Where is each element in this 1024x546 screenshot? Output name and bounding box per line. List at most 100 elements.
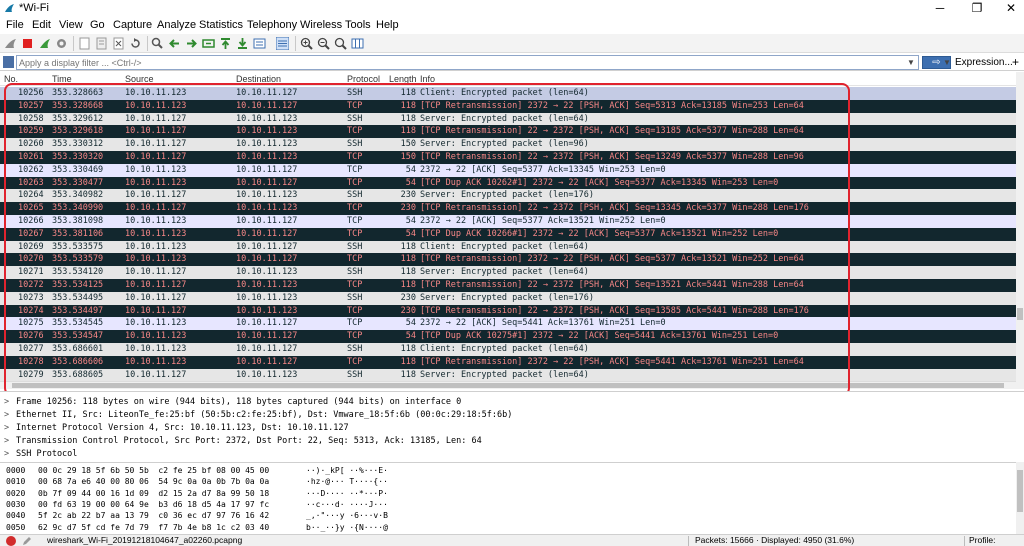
save-file-icon[interactable] bbox=[95, 37, 108, 50]
expand-chevron-icon[interactable]: > bbox=[4, 435, 16, 448]
column-header-length[interactable]: Length bbox=[389, 74, 417, 84]
menu-wireless[interactable]: Wireless bbox=[300, 19, 342, 31]
add-filter-button[interactable]: + bbox=[1012, 55, 1019, 69]
packet-row[interactable]: 10275 353.534545 10.10.11.123 10.10.11.127 T… bbox=[0, 317, 1016, 331]
back-icon[interactable] bbox=[168, 37, 181, 50]
colorize-icon[interactable] bbox=[276, 37, 289, 50]
hex-row[interactable]: 0030 00 fd 63 19 00 00 64 9e b3 d6 18 d5 … bbox=[0, 499, 1010, 510]
column-header-time[interactable]: Time bbox=[52, 74, 72, 84]
packet-bytes-pane[interactable]: 0000 00 0c 29 18 5f 6b 50 5b c2 fe 25 bf … bbox=[0, 462, 1024, 534]
bookmark-icon[interactable] bbox=[3, 56, 14, 68]
menu-edit[interactable]: Edit bbox=[32, 19, 51, 31]
resize-columns-icon[interactable] bbox=[351, 37, 364, 50]
stop-icon[interactable] bbox=[21, 37, 34, 50]
hex-row[interactable]: 0000 00 0c 29 18 5f 6b 50 5b c2 fe 25 bf … bbox=[0, 465, 1010, 476]
first-packet-icon[interactable] bbox=[219, 37, 232, 50]
packet-list[interactable]: No. Time Source Destination Protocol Len… bbox=[0, 72, 1016, 389]
menu-statistics[interactable]: Statistics bbox=[199, 19, 243, 31]
detail-row-ethernet[interactable]: > Ethernet II, Src: LiteonTe_fe:25:bf (50… bbox=[4, 409, 512, 422]
go-to-packet-icon[interactable] bbox=[202, 37, 215, 50]
menu-file[interactable]: File bbox=[6, 19, 24, 31]
zoom-out-icon[interactable] bbox=[317, 37, 330, 50]
packet-row[interactable]: 10278 353.686606 10.10.11.123 10.10.11.127 T… bbox=[0, 355, 1016, 369]
packet-row[interactable]: 10277 353.686601 10.10.11.123 10.10.11.127 S… bbox=[0, 343, 1016, 356]
hex-row[interactable]: 0010 00 68 7a e6 40 00 80 06 54 9c 0a 0a … bbox=[0, 476, 1010, 487]
column-header-info[interactable]: Info bbox=[420, 74, 435, 84]
forward-icon[interactable] bbox=[185, 37, 198, 50]
menu-tools[interactable]: Tools bbox=[345, 19, 371, 31]
options-gear-icon[interactable] bbox=[55, 37, 68, 50]
menu-view[interactable]: View bbox=[59, 19, 83, 31]
status-file-name: wireshark_Wi-Fi_20191218104647_a02260.pc… bbox=[47, 535, 243, 545]
display-filter-input[interactable] bbox=[16, 55, 919, 70]
hex-row[interactable]: 0040 5f 2c ab 22 b7 aa 13 79 c0 36 ec d7 … bbox=[0, 510, 1010, 521]
packet-row[interactable]: 10271 353.534120 10.10.11.127 10.10.11.123 S… bbox=[0, 266, 1016, 280]
column-header-source[interactable]: Source bbox=[125, 74, 154, 84]
packet-row[interactable]: 10256 353.328663 10.10.11.123 10.10.11.127 S… bbox=[0, 87, 1016, 100]
filter-history-chevron-down-icon[interactable]: ▼ bbox=[907, 58, 915, 67]
expand-chevron-icon[interactable]: > bbox=[4, 396, 16, 409]
autoscroll-icon[interactable] bbox=[253, 37, 266, 50]
column-header-no[interactable]: No. bbox=[4, 74, 18, 84]
maximize-button[interactable]: ❐ bbox=[962, 0, 992, 17]
packet-row[interactable]: 10279 353.688605 10.10.11.127 10.10.11.123 S… bbox=[0, 368, 1016, 382]
column-header-destination[interactable]: Destination bbox=[236, 74, 281, 84]
zoom-in-icon[interactable] bbox=[300, 37, 313, 50]
shark-fin-icon[interactable] bbox=[4, 37, 17, 50]
capture-status-icon[interactable] bbox=[6, 536, 16, 546]
menu-analyze[interactable]: Analyze bbox=[157, 19, 196, 31]
packet-row[interactable]: 10263 353.330477 10.10.11.123 10.10.11.127 T… bbox=[0, 176, 1016, 190]
cell-destination: 10.10.11.127 bbox=[236, 318, 298, 329]
packet-row[interactable]: 10265 353.340990 10.10.11.127 10.10.11.123 T… bbox=[0, 202, 1016, 216]
menu-telephony[interactable]: Telephony bbox=[247, 19, 297, 31]
last-packet-icon[interactable] bbox=[236, 37, 249, 50]
packet-row[interactable]: 10267 353.381106 10.10.11.123 10.10.11.127 T… bbox=[0, 227, 1016, 241]
reload-icon[interactable] bbox=[129, 37, 142, 50]
menu-help[interactable]: Help bbox=[376, 19, 399, 31]
detail-row-tcp[interactable]: > Transmission Control Protocol, Src Port… bbox=[4, 435, 482, 448]
expression-button[interactable]: Expression... bbox=[955, 57, 1013, 68]
menu-capture[interactable]: Capture bbox=[113, 19, 152, 31]
packet-row[interactable]: 10266 353.381098 10.10.11.123 10.10.11.127 T… bbox=[0, 215, 1016, 228]
packet-row[interactable]: 10257 353.328668 10.10.11.123 10.10.11.127 T… bbox=[0, 99, 1016, 113]
packet-row[interactable]: 10276 353.534547 10.10.11.123 10.10.11.127 T… bbox=[0, 330, 1016, 344]
comment-edit-icon[interactable] bbox=[22, 536, 32, 546]
packet-list-vertical-scrollbar[interactable] bbox=[1016, 72, 1024, 389]
bytes-scroll-thumb[interactable] bbox=[1017, 470, 1023, 512]
column-header-protocol[interactable]: Protocol bbox=[347, 74, 380, 84]
apply-filter-chevron-down-icon[interactable]: ▼ bbox=[943, 58, 951, 67]
packet-row[interactable]: 10269 353.533575 10.10.11.123 10.10.11.127 S… bbox=[0, 240, 1016, 254]
normal-size-icon[interactable] bbox=[334, 37, 347, 50]
open-file-icon[interactable] bbox=[78, 37, 91, 50]
packet-row[interactable]: 10262 353.330469 10.10.11.123 10.10.11.127 T… bbox=[0, 163, 1016, 177]
close-file-icon[interactable] bbox=[112, 37, 125, 50]
packet-row[interactable]: 10270 353.533579 10.10.11.123 10.10.11.127 T… bbox=[0, 253, 1016, 267]
cell-info: 2372 → 22 [ACK] Seq=5441 Ack=13761 Win=2… bbox=[420, 318, 666, 329]
restart-icon[interactable] bbox=[38, 37, 51, 50]
detail-row-frame[interactable]: > Frame 10256: 118 bytes on wire (944 bit… bbox=[4, 396, 461, 409]
packet-row[interactable]: 10272 353.534125 10.10.11.127 10.10.11.123 T… bbox=[0, 279, 1016, 292]
packet-list-hscroll-thumb[interactable] bbox=[12, 383, 1004, 388]
expand-chevron-icon[interactable]: > bbox=[4, 422, 16, 435]
hex-row[interactable]: 0050 62 9c d7 5f cd fe 7d 79 f7 7b 4e b8 … bbox=[0, 522, 1010, 533]
packet-row[interactable]: 10258 353.329612 10.10.11.127 10.10.11.123 S… bbox=[0, 112, 1016, 126]
menu-go[interactable]: Go bbox=[90, 19, 105, 31]
status-profile[interactable]: Profile: Default bbox=[969, 535, 1024, 546]
packet-row[interactable]: 10273 353.534495 10.10.11.127 10.10.11.123 S… bbox=[0, 291, 1016, 305]
packet-row[interactable]: 10274 353.534497 10.10.11.127 10.10.11.123 T… bbox=[0, 304, 1016, 318]
cell-destination: 10.10.11.127 bbox=[236, 241, 298, 252]
packet-row[interactable]: 10261 353.330320 10.10.11.127 10.10.11.123 T… bbox=[0, 151, 1016, 164]
detail-row-ip[interactable]: > Internet Protocol Version 4, Src: 10.10… bbox=[4, 422, 349, 435]
cell-source: 10.10.11.123 bbox=[125, 164, 187, 175]
packet-row[interactable]: 10264 353.340982 10.10.11.127 10.10.11.123 S… bbox=[0, 189, 1016, 203]
hex-row[interactable]: 0020 0b 7f 09 44 00 16 1d 09 d2 15 2a d7 … bbox=[0, 488, 1010, 499]
expand-chevron-icon[interactable]: > bbox=[4, 448, 16, 461]
find-icon[interactable] bbox=[151, 37, 164, 50]
minimize-button[interactable]: ─ bbox=[925, 0, 955, 17]
packet-row[interactable]: 10260 353.330312 10.10.11.127 10.10.11.123 S… bbox=[0, 138, 1016, 152]
packet-list-scroll-thumb[interactable] bbox=[1017, 308, 1023, 320]
expand-chevron-icon[interactable]: > bbox=[4, 409, 16, 422]
close-window-button[interactable]: ✕ bbox=[996, 0, 1024, 17]
packet-row[interactable]: 10259 353.329618 10.10.11.127 10.10.11.123 T… bbox=[0, 125, 1016, 139]
detail-row-ssh[interactable]: > SSH Protocol bbox=[4, 448, 77, 461]
